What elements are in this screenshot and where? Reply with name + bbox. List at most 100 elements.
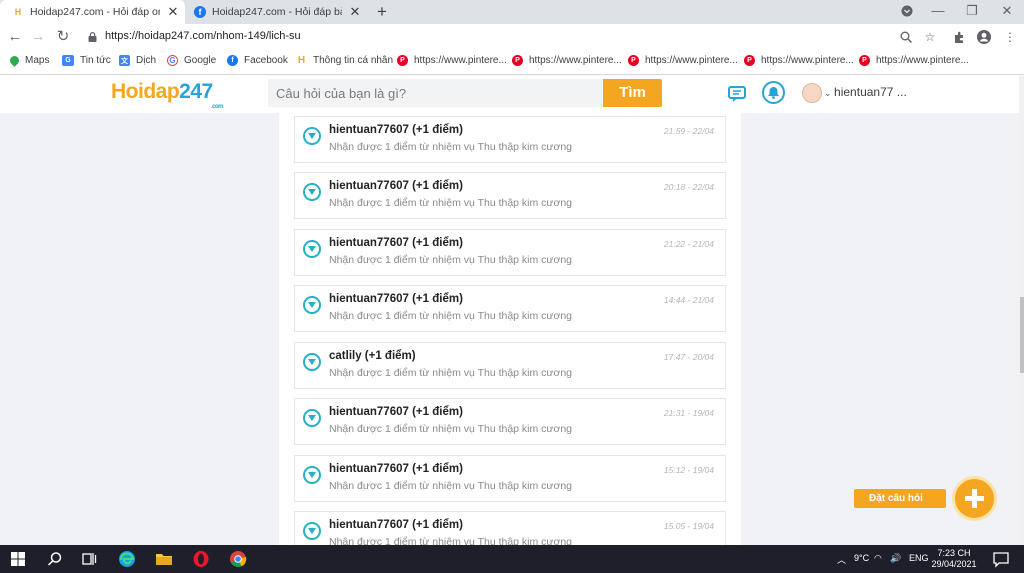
list-item[interactable]: catlily (+1 điểm) Nhận được 1 điểm từ nh…	[294, 342, 726, 389]
item-title: hientuan77607 (+1 điểm)	[329, 237, 463, 249]
tab-title: Hoidap247.com - Hỏi đáp online	[30, 6, 160, 18]
tab-hoidap-facebook[interactable]: f Hoidap247.com - Hỏi đáp bài tậ ✕	[182, 0, 367, 24]
list-item[interactable]: hientuan77607 (+1 điểm) Nhận được 1 điểm…	[294, 116, 726, 163]
profile-icon[interactable]	[975, 28, 993, 46]
clock-date: 29/04/2021	[931, 559, 977, 569]
search-button[interactable]: Tìm	[603, 79, 662, 107]
item-description: Nhận được 1 điểm từ nhiệm vụ Thu thập ki…	[329, 197, 573, 209]
item-description: Nhận được 1 điểm từ nhiệm vụ Thu thập ki…	[329, 367, 573, 379]
chrome-icon[interactable]	[229, 550, 247, 568]
file-explorer-icon[interactable]	[155, 550, 173, 568]
browser-toolbar: ← → ↻ https://hoidap247.com/nhom-149/lic…	[0, 24, 1024, 50]
tray-chevron-up-icon[interactable]: ︿	[837, 553, 846, 566]
item-time: 21:22 - 21/04	[663, 239, 714, 249]
tab-search-icon[interactable]	[890, 0, 924, 22]
bookmark-profile-info[interactable]: H Thông tin cá nhân	[296, 55, 393, 66]
volume-icon[interactable]: 🔊	[890, 553, 901, 564]
bookmark-pinterest[interactable]: P https://www.pintere...	[859, 55, 969, 66]
minimize-button[interactable]: —	[921, 0, 955, 22]
pinterest-icon: P	[859, 55, 870, 66]
maps-icon	[8, 54, 21, 67]
new-tab-button[interactable]: +	[372, 2, 392, 22]
lock-icon	[88, 32, 97, 42]
address-bar[interactable]: https://hoidap247.com/nhom-149/lich-su	[105, 30, 301, 42]
chat-icon[interactable]	[727, 83, 749, 105]
close-tab-icon[interactable]: ✕	[166, 5, 180, 19]
extensions-icon[interactable]	[950, 28, 968, 46]
windows-start-icon[interactable]	[9, 550, 27, 568]
bookmark-maps[interactable]: Maps	[8, 54, 49, 67]
item-title: hientuan77607 (+1 điểm)	[329, 463, 463, 475]
item-description: Nhận được 1 điểm từ nhiệm vụ Thu thập ki…	[329, 254, 573, 266]
restore-button[interactable]: ❐	[955, 0, 989, 22]
item-title: hientuan77607 (+1 điểm)	[329, 519, 463, 531]
bookmark-pinterest[interactable]: P https://www.pintere...	[397, 55, 507, 66]
ask-question-button[interactable]	[952, 476, 997, 521]
list-item[interactable]: hientuan77607 (+1 điểm) Nhận được 1 điểm…	[294, 172, 726, 219]
bookmark-label: Tin tức	[80, 55, 111, 66]
opera-icon[interactable]	[192, 550, 210, 568]
search-icon[interactable]	[46, 550, 64, 568]
network-speed-icon[interactable]: 9°C	[854, 553, 869, 563]
forward-button[interactable]: →	[28, 27, 48, 47]
list-item[interactable]: hientuan77607 (+1 điểm) Nhận được 1 điểm…	[294, 511, 726, 545]
bookmark-pinterest[interactable]: P https://www.pintere...	[512, 55, 622, 66]
bookmark-star-icon[interactable]: ☆	[921, 28, 939, 46]
item-time: 15:05 - 19/04	[663, 521, 714, 531]
bookmark-news[interactable]: G Tin tức	[62, 55, 111, 66]
edge-icon[interactable]	[118, 550, 136, 568]
bookmark-pinterest[interactable]: P https://www.pintere...	[744, 55, 854, 66]
facebook-icon: f	[227, 55, 238, 66]
item-time: 14:44 - 21/04	[663, 295, 714, 305]
history-list: hientuan77607 (+1 điểm) Nhận được 1 điểm…	[279, 113, 741, 545]
zoom-search-icon[interactable]	[897, 28, 915, 46]
language-indicator[interactable]: ENG	[909, 553, 929, 563]
diamond-icon	[303, 240, 321, 258]
translate-icon: 文	[119, 55, 130, 66]
bookmark-translate[interactable]: 文 Dịch	[119, 55, 156, 66]
avatar[interactable]	[802, 83, 822, 103]
bookmark-facebook[interactable]: f Facebook	[227, 55, 288, 66]
bookmark-label: https://www.pintere...	[876, 55, 969, 66]
user-menu[interactable]: ⌄ hientuan77 ...	[824, 85, 907, 99]
taskbar-clock[interactable]: 7:23 CH 29/04/2021	[930, 548, 978, 570]
diamond-icon	[303, 296, 321, 314]
pinterest-icon: P	[397, 55, 408, 66]
bookmark-google[interactable]: G Google	[167, 55, 216, 66]
task-view-icon[interactable]	[80, 550, 98, 568]
pinterest-icon: P	[512, 55, 523, 66]
bookmark-label: https://www.pintere...	[414, 55, 507, 66]
list-item[interactable]: hientuan77607 (+1 điểm) Nhận được 1 điểm…	[294, 285, 726, 332]
ask-question-label[interactable]: Đặt câu hỏi	[854, 489, 946, 508]
tab-hoidap-active[interactable]: H Hoidap247.com - Hỏi đáp online ✕	[0, 0, 185, 24]
reload-button[interactable]: ↻	[53, 27, 73, 47]
close-tab-icon[interactable]: ✕	[348, 5, 362, 19]
bookmark-pinterest[interactable]: P https://www.pintere...	[628, 55, 738, 66]
tab-strip: H Hoidap247.com - Hỏi đáp online ✕ f Hoi…	[0, 0, 1024, 24]
site-header: Hoidap247 .com Câu hỏi của bạn là gì? Tì…	[0, 76, 1024, 113]
diamond-icon	[303, 127, 321, 145]
item-description: Nhận được 1 điểm từ nhiệm vụ Thu thập ki…	[329, 480, 573, 492]
list-item[interactable]: hientuan77607 (+1 điểm) Nhận được 1 điểm…	[294, 455, 726, 502]
facebook-icon: f	[194, 6, 206, 18]
list-item[interactable]: hientuan77607 (+1 điểm) Nhận được 1 điểm…	[294, 229, 726, 276]
notification-center-icon[interactable]	[992, 550, 1010, 568]
list-item[interactable]: hientuan77607 (+1 điểm) Nhận được 1 điểm…	[294, 398, 726, 445]
close-window-button[interactable]: ✕	[990, 0, 1024, 22]
search-input[interactable]: Câu hỏi của bạn là gì?	[268, 79, 603, 107]
chevron-down-icon: ⌄	[824, 88, 835, 98]
bookmark-label: Google	[184, 55, 217, 66]
back-button[interactable]: ←	[5, 27, 25, 47]
browser-menu-icon[interactable]: ⋮	[1001, 28, 1019, 46]
item-description: Nhận được 1 điểm từ nhiệm vụ Thu thập ki…	[329, 423, 573, 435]
item-title: hientuan77607 (+1 điểm)	[329, 406, 463, 418]
clock-time: 7:23 CH	[937, 548, 971, 558]
item-title: hientuan77607 (+1 điểm)	[329, 124, 463, 136]
bookmark-label: Dịch	[136, 55, 157, 66]
item-time: 15:12 - 19/04	[663, 465, 714, 475]
wifi-icon[interactable]: ◠	[874, 553, 882, 564]
notification-bell-icon[interactable]	[762, 81, 785, 104]
site-logo[interactable]: Hoidap247 .com	[111, 80, 224, 110]
scrollbar-thumb[interactable]	[1020, 297, 1024, 373]
diamond-icon	[303, 353, 321, 371]
